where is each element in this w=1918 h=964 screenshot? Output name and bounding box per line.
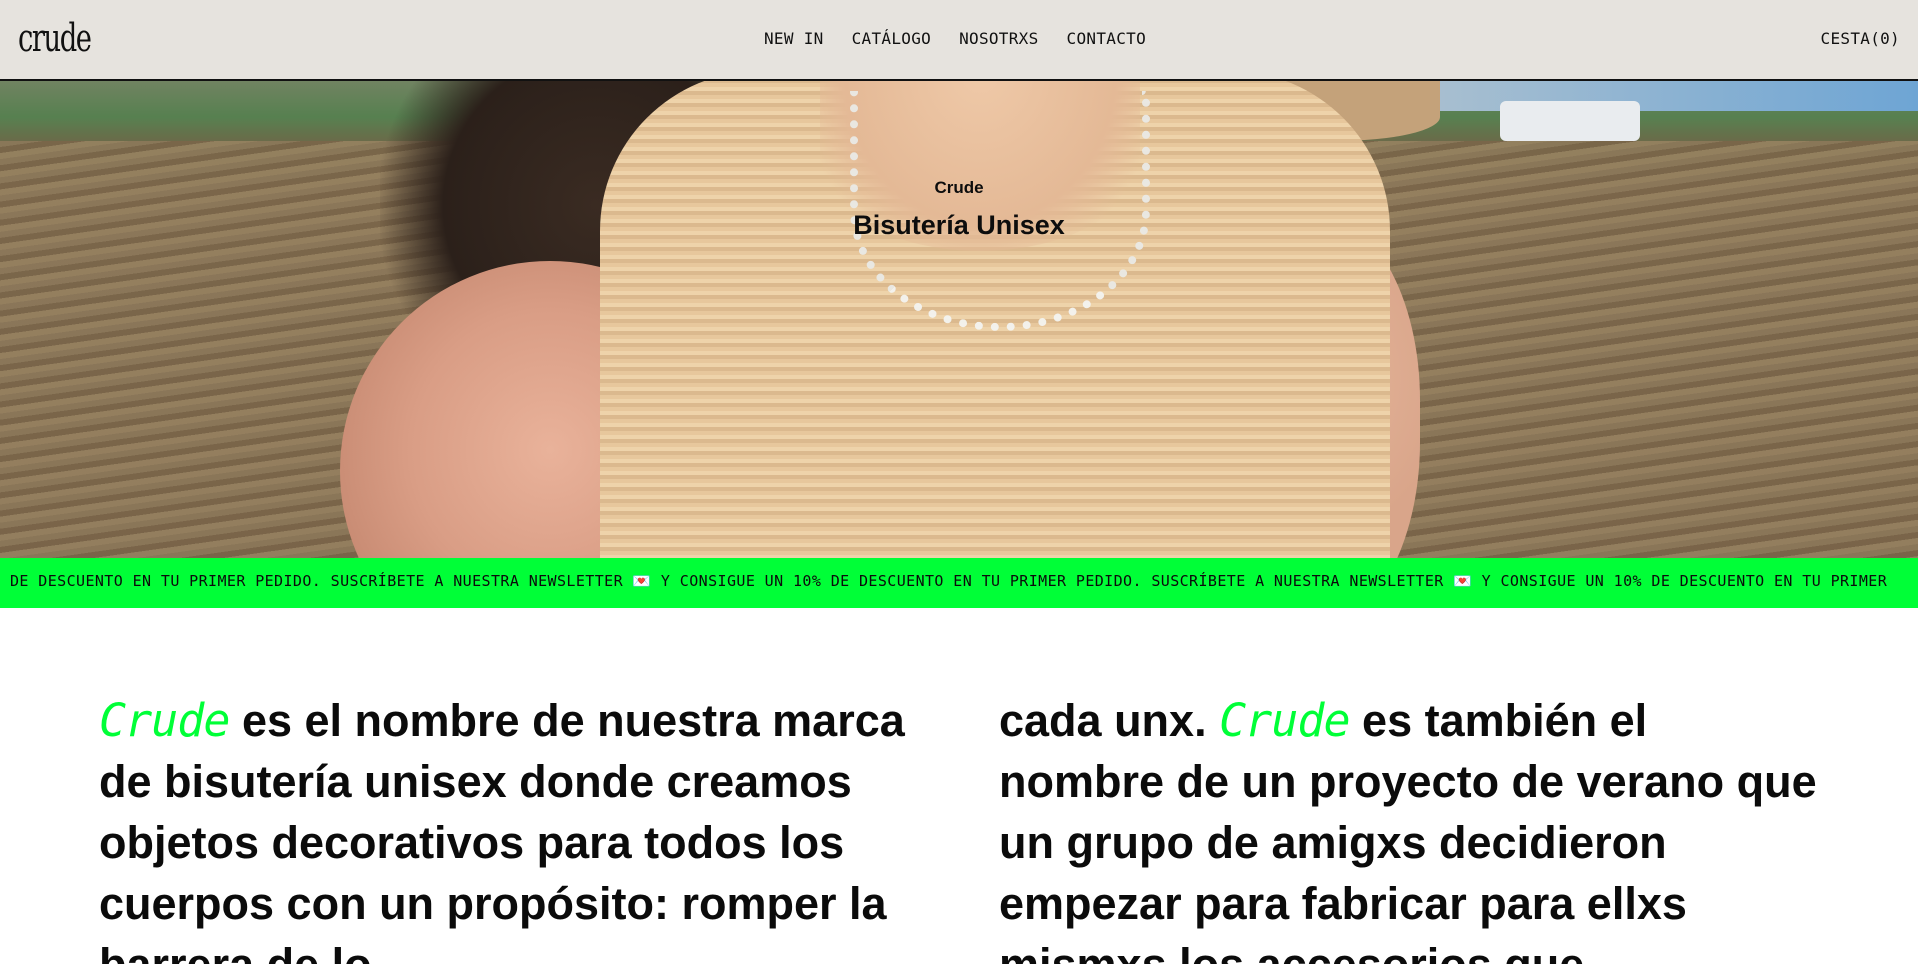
intro-right-prefix: cada unx. xyxy=(999,695,1220,746)
marquee-text[interactable]: DE DESCUENTO EN TU PRIMER PEDIDO. SUSCRÍ… xyxy=(10,572,1887,590)
brand-logo[interactable]: crude xyxy=(18,16,92,60)
hero-building xyxy=(1500,101,1640,141)
hero-banner: Crude Bisutería Unisex xyxy=(0,81,1918,558)
hero-title: Bisutería Unisex xyxy=(853,210,1065,240)
cart-link[interactable]: CESTA(0) xyxy=(1821,28,1900,50)
brand-word: Crude xyxy=(1219,694,1350,747)
main-nav: NEW IN CATÁLOGO NOSOTRXS CONTACTO xyxy=(764,28,1146,50)
intro-text-left: Crude es el nombre de nuestra marca de b… xyxy=(99,690,919,964)
site-header: crude NEW IN CATÁLOGO NOSOTRXS CONTACTO … xyxy=(0,0,1918,81)
hero-brand: Crude xyxy=(934,178,984,197)
hero-text: Crude Bisutería Unisex xyxy=(0,177,1918,245)
brand-word: Crude xyxy=(99,694,230,747)
intro-text-right: cada unx. Crude es también el nombre de … xyxy=(999,690,1819,964)
nav-nosotrxs[interactable]: NOSOTRXS xyxy=(959,28,1038,50)
nav-new-in[interactable]: NEW IN xyxy=(764,28,824,50)
nav-contacto[interactable]: CONTACTO xyxy=(1067,28,1146,50)
newsletter-marquee[interactable]: DE DESCUENTO EN TU PRIMER PEDIDO. SUSCRÍ… xyxy=(0,558,1918,608)
nav-catalogo[interactable]: CATÁLOGO xyxy=(852,28,931,50)
